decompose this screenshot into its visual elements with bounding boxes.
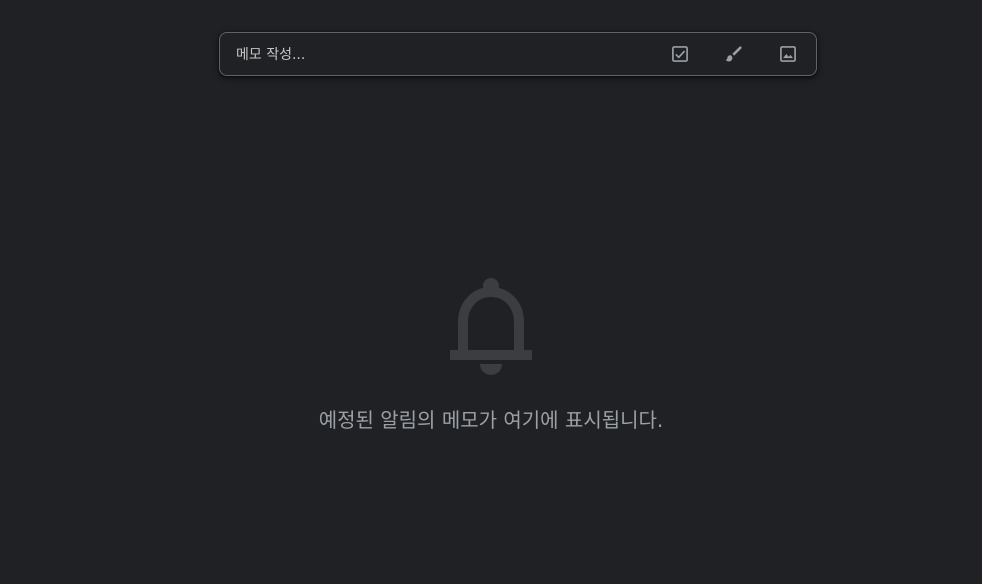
take-note-placeholder[interactable]: 메모 작성... xyxy=(236,45,305,65)
checkbox-list-icon xyxy=(672,46,688,62)
brush-icon xyxy=(725,46,742,62)
empty-state: 예정된 알림의 메모가 여기에 표시됩니다. xyxy=(0,278,982,432)
bell-icon xyxy=(450,278,532,375)
empty-state-message: 예정된 알림의 메모가 여기에 표시됩니다. xyxy=(318,408,664,432)
new-image-button[interactable] xyxy=(768,34,808,74)
new-drawing-button[interactable] xyxy=(714,34,754,74)
reminders-page: 메모 작성... 예정된 알림의 메모가 여기에 표시됩니다. xyxy=(0,0,982,584)
take-note-box[interactable]: 메모 작성... xyxy=(219,32,817,76)
new-list-button[interactable] xyxy=(660,34,700,74)
note-actions xyxy=(646,33,808,75)
image-icon xyxy=(780,46,796,62)
